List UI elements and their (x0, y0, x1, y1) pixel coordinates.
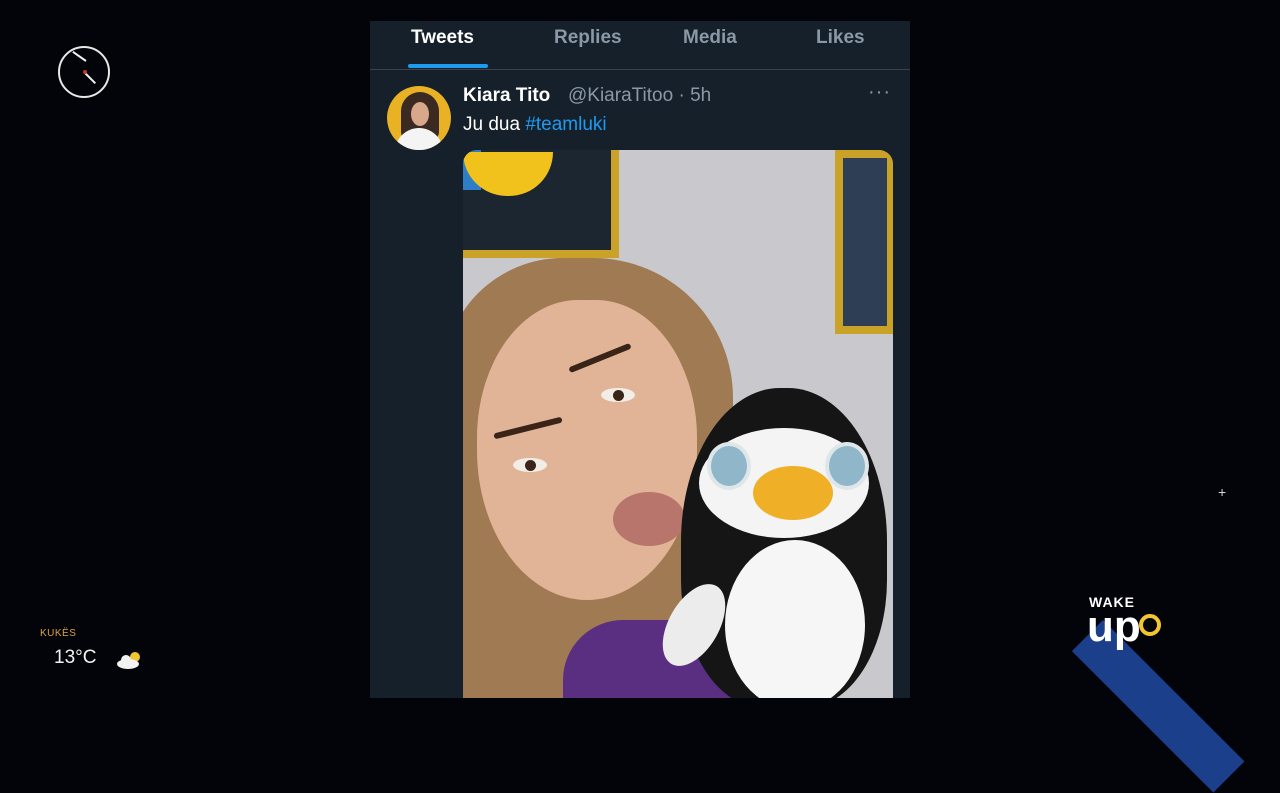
weather-temperature: 13°C (54, 647, 97, 668)
author-handle-text: @KiaraTitoo (568, 85, 674, 106)
clock-hour-hand (72, 51, 87, 62)
tweet-body: Ju dua (463, 114, 521, 135)
tab-replies[interactable]: Replies (554, 27, 622, 49)
tweet-text: Ju dua #teamluki (463, 114, 607, 136)
avatar[interactable] (387, 86, 451, 150)
tweet-hashtag[interactable]: #teamluki (525, 114, 606, 135)
wake-up-logo: WAKE up (1071, 590, 1263, 793)
photo-left-eye (513, 458, 547, 472)
tab-media[interactable]: Media (683, 27, 737, 49)
penguin-left-eye (707, 442, 751, 490)
tweet-photo[interactable] (463, 150, 893, 698)
photo-right-eye (601, 388, 635, 402)
photo-face (477, 300, 697, 600)
sun-icon (1139, 614, 1161, 636)
wall-painting-right (835, 150, 893, 334)
penguin-right-eye (825, 442, 869, 490)
tab-likes[interactable]: Likes (816, 27, 865, 49)
penguin-plush-belly (725, 540, 865, 698)
wall-painting-left (463, 150, 619, 258)
author-name[interactable]: Kiara Tito (463, 85, 550, 107)
tab-tweets[interactable]: Tweets (411, 27, 474, 49)
plus-icon: + (1218, 484, 1227, 500)
avatar-face (411, 102, 429, 126)
clock-center (83, 70, 87, 74)
penguin-beak (753, 466, 833, 520)
photo-lips (613, 492, 685, 546)
tweet-time: · 5h (678, 85, 712, 106)
profile-tabs: Tweets Replies Media Likes (370, 21, 910, 70)
clock-icon (58, 46, 110, 98)
weather-city: KUKËS (40, 628, 77, 639)
author-handle[interactable]: @KiaraTitoo · 5h (568, 85, 711, 107)
partly-cloudy-icon (117, 652, 140, 669)
logo-up-text: up (1087, 602, 1141, 651)
twitter-profile-screenshot: Tweets Replies Media Likes Kiara Tito @K… (370, 21, 910, 698)
active-tab-indicator (408, 64, 488, 68)
more-options-icon[interactable]: ··· (868, 81, 891, 104)
